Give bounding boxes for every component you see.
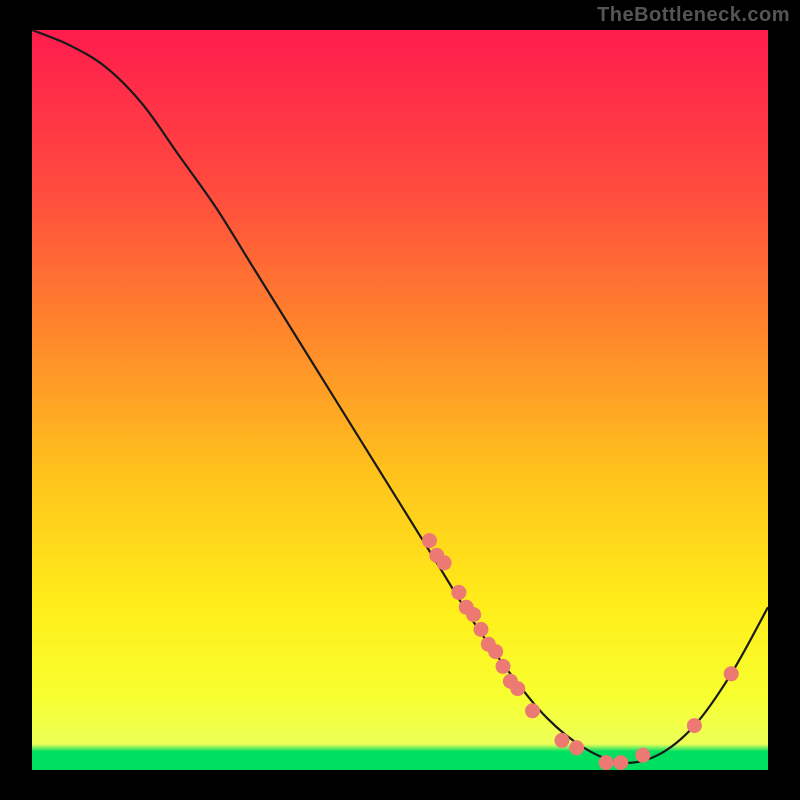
curve-marker bbox=[437, 555, 452, 570]
curve-marker bbox=[569, 740, 584, 755]
curve-marker bbox=[724, 666, 739, 681]
plot-background bbox=[32, 30, 768, 770]
watermark-text: TheBottleneck.com bbox=[597, 4, 790, 27]
curve-marker bbox=[687, 718, 702, 733]
curve-marker bbox=[599, 755, 614, 770]
curve-marker bbox=[635, 748, 650, 763]
curve-marker bbox=[422, 533, 437, 548]
curve-marker bbox=[451, 585, 466, 600]
curve-marker bbox=[488, 644, 503, 659]
curve-marker bbox=[466, 607, 481, 622]
curve-marker bbox=[496, 659, 511, 674]
curve-marker bbox=[554, 733, 569, 748]
curve-marker bbox=[525, 703, 540, 718]
curve-marker bbox=[510, 681, 525, 696]
chart-frame: TheBottleneck.com bbox=[0, 0, 800, 800]
bottleneck-chart bbox=[0, 0, 800, 800]
curve-marker bbox=[613, 755, 628, 770]
curve-marker bbox=[473, 622, 488, 637]
